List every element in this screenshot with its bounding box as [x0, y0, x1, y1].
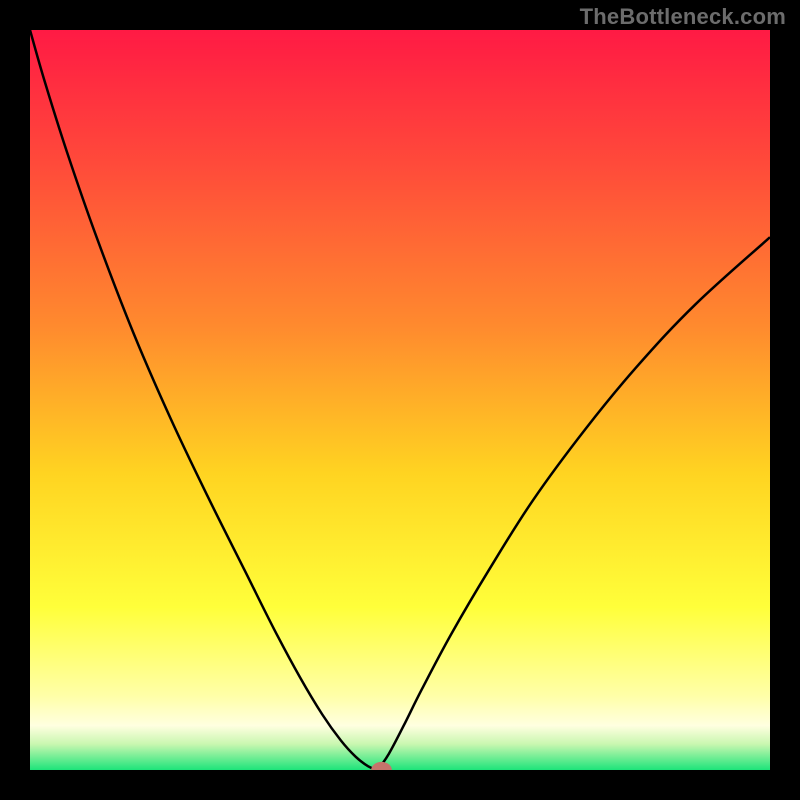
brand-watermark: TheBottleneck.com [580, 4, 786, 30]
chart-frame: TheBottleneck.com [0, 0, 800, 800]
gradient-background [30, 30, 770, 770]
bottleneck-plot [30, 30, 770, 770]
